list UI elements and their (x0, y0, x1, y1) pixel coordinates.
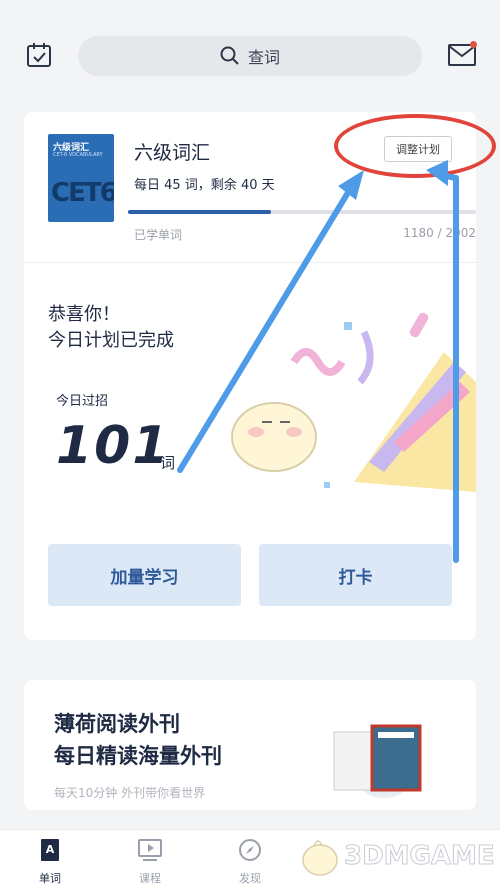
tab-vocab-label: 单词 (39, 872, 61, 885)
progress-bar (128, 210, 476, 214)
promo-title: 薄荷阅读外刊 每日精读海量外刊 (54, 708, 222, 772)
celebration-illustration (231, 312, 476, 492)
watermark: 3DMGAME (300, 834, 495, 878)
count-unit: 词 (160, 454, 176, 472)
tab-course-label: 课程 (139, 872, 161, 885)
check-in-button[interactable]: 打卡 (259, 544, 452, 606)
congrats-line2: 今日计划已完成 (48, 330, 174, 351)
congrats-line1: 恭喜你！ (48, 304, 120, 325)
cover-subtitle: CET-6 VOCABULARY (53, 152, 103, 158)
study-plan-card: 六级词汇 CET-6 VOCABULARY CET6 六级词汇 每日 45 词，… (24, 112, 496, 640)
tab-discover-label: 发现 (239, 872, 261, 885)
learned-label: 已学单词 (134, 228, 183, 242)
watermark-text: 3DMGAME (344, 841, 496, 872)
book-title: 六级词汇 (134, 142, 211, 164)
search-label: 查词 (247, 48, 280, 67)
tab-vocab[interactable]: A 单词 (20, 838, 80, 886)
divider (24, 262, 476, 263)
promo-subtitle: 每天10分钟 外刊带你看世界 (54, 786, 206, 800)
calendar-check-icon[interactable] (26, 42, 52, 68)
magazine-image (333, 724, 422, 798)
learned-count: 1180 / 2902 (403, 226, 476, 240)
promo-line1: 薄荷阅读外刊 (54, 712, 180, 736)
tab-discover[interactable]: 发现 (220, 838, 280, 886)
book-a-icon: A (41, 839, 59, 861)
cover-big-text: CET6 (51, 178, 114, 208)
search-icon (220, 46, 239, 65)
svg-text:A: A (46, 843, 55, 856)
today-label: 今日过招 (56, 394, 109, 409)
congrats-message: 恭喜你！ 今日计划已完成 (48, 302, 174, 354)
promo-line2: 每日精读海量外刊 (54, 744, 222, 768)
tab-course[interactable]: 课程 (120, 838, 180, 886)
adjust-plan-button[interactable]: 调整计划 (384, 136, 452, 162)
top-bar: 查词 (0, 0, 500, 100)
reading-promo-card[interactable]: 薄荷阅读外刊 每日精读海量外刊 每天10分钟 外刊带你看世界 (24, 680, 476, 810)
book-cover[interactable]: 六级词汇 CET-6 VOCABULARY CET6 (48, 134, 114, 222)
add-study-button[interactable]: 加量学习 (48, 544, 241, 606)
compass-icon (239, 839, 261, 861)
today-count: 101 (56, 416, 171, 476)
screen-play-icon (138, 839, 162, 861)
search-bar[interactable]: 查词 (78, 36, 422, 76)
watermark-chick-icon (302, 840, 338, 876)
progress-fill (128, 210, 271, 214)
notification-dot (470, 41, 477, 48)
plan-summary: 每日 45 词，剩余 40 天 (134, 178, 275, 193)
